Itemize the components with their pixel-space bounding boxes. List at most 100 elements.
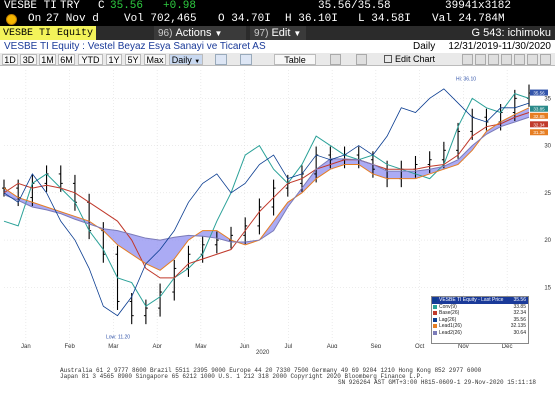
alert-bell-icon[interactable]: [6, 14, 17, 25]
export-icon[interactable]: [501, 54, 512, 65]
y-tick-label: 30: [544, 144, 551, 150]
legend-label: Lead1(26): [439, 323, 462, 330]
crosshair-icon[interactable]: [330, 54, 341, 65]
chart-legend: VESBE TI Equity - Last Price 35.56 Conv(9)…: [431, 296, 529, 344]
footer-session-line: SN 926264 AST GMT+3:00 H815-0609-1 29-No…: [338, 379, 537, 386]
legend-swatch: [433, 298, 437, 302]
quote-high-group: H 36.10I: [285, 13, 338, 26]
chart-function-title: G 543: ichimoku: [471, 27, 551, 39]
y-tick-label: 25: [544, 191, 551, 197]
zoom-icon[interactable]: [356, 54, 367, 65]
legend-label: VESBE TI Equity - Last Price: [439, 297, 504, 303]
right-value-label: 33.85: [533, 107, 545, 112]
date-range[interactable]: 12/31/2019-11/30/2020: [448, 40, 551, 53]
quote-bid-ask: 35.56/35.58: [318, 0, 391, 12]
x-axis-strip: [0, 348, 555, 366]
series-line-lead2-26-: [3, 116, 530, 243]
actions-menu-label: Actions: [175, 27, 212, 39]
right-value-label: 32.34: [533, 122, 545, 127]
right-value-label: 31.36: [533, 130, 545, 135]
edit-chart-icon: [384, 55, 392, 63]
quote-currency: TRY: [60, 0, 80, 12]
security-field: [0, 26, 96, 40]
period-select-value: Daily: [171, 55, 192, 65]
quote-low-group: L 34.58I: [358, 13, 411, 26]
quote-open-group: O 34.70I: [218, 13, 271, 26]
legend-item: VESBE TI Equity - Last Price 35.56: [432, 297, 528, 304]
y-tick-label: 20: [544, 238, 551, 244]
legend-swatch: [433, 304, 437, 309]
quote-last-price: 35.56: [110, 0, 144, 12]
quote-ticker: VESBE TI: [4, 0, 57, 12]
security-input[interactable]: [0, 26, 96, 40]
range-button-3d[interactable]: 3D: [20, 54, 37, 65]
legend-label: Lead2(26): [439, 329, 462, 336]
range-button-5y[interactable]: 5Y: [125, 54, 141, 65]
quote-value: 24.784M: [458, 13, 505, 25]
range-button-1m[interactable]: 1M: [39, 54, 56, 65]
edit-chart-button[interactable]: Edit Chart: [384, 54, 435, 65]
range-button-1d[interactable]: 1D: [2, 54, 18, 65]
settings-icon[interactable]: [462, 54, 473, 65]
quote-bar: VESBE TI TRY C 35.56 +0.98 35.56/35.58 3…: [0, 0, 555, 13]
help-icon[interactable]: [527, 54, 538, 65]
range-button-6m[interactable]: 6M: [58, 54, 75, 65]
range-selector-bar: 1D 3D 1M 6M YTD 1Y 5Y Max Daily ▼ Table …: [0, 53, 555, 66]
security-title-strip: VESBE TI Equity : Vestel Beyaz Esya Sana…: [0, 40, 555, 53]
period-label: Daily: [413, 41, 436, 52]
annotate-icon[interactable]: [475, 54, 486, 65]
series-line-conv-9-: [3, 93, 530, 307]
period-select[interactable]: Daily ▼: [169, 54, 203, 65]
legend-value: 32.34: [513, 310, 526, 317]
quote-volume-group: Vol 702,465: [124, 13, 197, 26]
legend-value: 33.85: [513, 303, 526, 310]
legend-value: 35.56: [513, 297, 526, 303]
terminal-footer: Australia 61 2 9777 8600 Brazil 5511 239…: [0, 366, 555, 400]
chevron-down-icon: ▼: [214, 29, 223, 38]
legend-value: 35.56: [513, 316, 526, 323]
legend-label: Conv(9): [439, 303, 457, 310]
range-button-ytd[interactable]: YTD: [78, 54, 103, 65]
chevron-down-icon: ▼: [194, 59, 201, 65]
edit-menu[interactable]: 97) Edit ▼: [250, 26, 306, 40]
edit-menu-number: 97): [254, 28, 269, 39]
quote-stats-bar: On 27 Nov d Vol 702,465 O 34.70I H 36.10…: [0, 13, 555, 26]
y-tick-label: 15: [544, 285, 551, 291]
table-button[interactable]: Table: [274, 54, 316, 65]
quote-on-label: On: [28, 13, 42, 25]
legend-swatch: [433, 317, 437, 322]
security-name: VESBE TI Equity : Vestel Beyaz Esya Sana…: [4, 41, 266, 52]
legend-swatch: [433, 330, 437, 335]
legend-item: Conv(9) 33.85: [432, 304, 528, 311]
edit-chart-label: Edit Chart: [395, 54, 436, 64]
quote-low: 34.58I: [371, 13, 411, 25]
legend-item: Lead2(26) 30.64: [432, 330, 528, 337]
quote-c-label: C: [98, 0, 105, 12]
range-button-max[interactable]: Max: [144, 54, 166, 65]
quote-open: 34.70I: [231, 13, 271, 25]
fullscreen-icon[interactable]: [514, 54, 525, 65]
quote-val-label: Val: [432, 13, 452, 25]
series-line-base-26-: [3, 112, 530, 279]
legend-label: Base(26): [439, 310, 460, 317]
quote-low-label: L: [358, 13, 365, 25]
range-button-1y[interactable]: 1Y: [106, 54, 122, 65]
candle-chart-icon[interactable]: [240, 54, 252, 65]
layout-icon[interactable]: [488, 54, 499, 65]
high-annotation: Hi: 36.10: [456, 76, 476, 82]
ichimoku-cloud: [4, 107, 529, 271]
edit-menu-label: Edit: [271, 27, 291, 39]
low-annotation: Low: 11.20: [106, 334, 130, 340]
quote-volume: 702,465: [150, 13, 197, 25]
legend-item: Lag(26) 35.56: [432, 317, 528, 324]
quote-change: +0.98: [163, 0, 197, 12]
actions-menu-number: 96): [158, 28, 173, 39]
right-value-label: 35.56: [533, 91, 545, 96]
series-line-lead1-26-: [3, 107, 530, 271]
x-axis-year: 2020: [256, 350, 270, 356]
right-value-label: 32.85: [533, 114, 545, 119]
quote-value-group: Val 24.784M: [432, 13, 505, 26]
line-chart-icon[interactable]: [215, 54, 227, 65]
actions-menu[interactable]: 96) Actions ▼: [154, 26, 246, 40]
close-icon[interactable]: [540, 54, 551, 65]
